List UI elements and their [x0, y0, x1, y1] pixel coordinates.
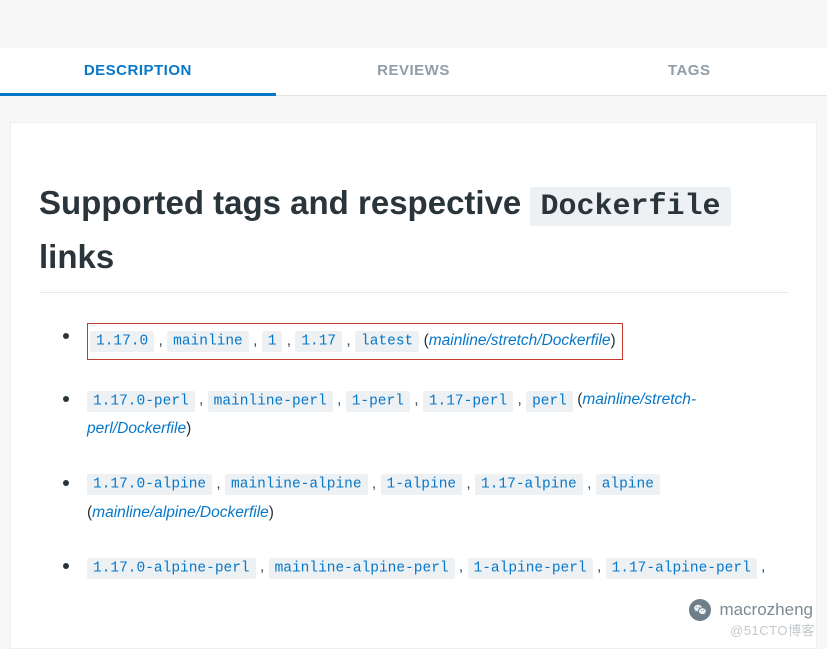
wechat-icon: [689, 599, 711, 621]
watermark-handle: macrozheng: [719, 600, 813, 620]
tab-tags[interactable]: TAGS: [551, 48, 827, 95]
tags-row: 1.17.0-alpine-perl , mainline-alpine-per…: [87, 558, 765, 575]
tag-link[interactable]: 1: [262, 331, 283, 352]
list-item: 1.17.0 , mainline , 1 , 1.17 , latest (m…: [87, 323, 788, 361]
highlighted-tags-row: 1.17.0 , mainline , 1 , 1.17 , latest (m…: [87, 323, 623, 361]
list-item: 1.17.0-alpine-perl , mainline-alpine-per…: [87, 553, 788, 582]
tag-link[interactable]: 1.17.0-perl: [87, 391, 195, 412]
tab-reviews[interactable]: REVIEWS: [276, 48, 552, 95]
tag-link[interactable]: 1-alpine-perl: [468, 558, 593, 579]
tag-link[interactable]: mainline-perl: [208, 391, 333, 412]
tag-link[interactable]: latest: [355, 331, 419, 352]
tag-link[interactable]: 1-alpine: [381, 474, 463, 495]
page-title: Supported tags and respective Dockerfile…: [39, 177, 788, 293]
description-panel: Supported tags and respective Dockerfile…: [10, 122, 817, 649]
tag-link[interactable]: 1.17.0-alpine-perl: [87, 558, 256, 579]
tag-link[interactable]: alpine: [596, 474, 660, 495]
tag-link[interactable]: perl: [526, 391, 573, 412]
title-code: Dockerfile: [530, 187, 730, 226]
tag-link[interactable]: mainline: [167, 331, 249, 352]
list-item: 1.17.0-perl , mainline-perl , 1-perl , 1…: [87, 386, 788, 443]
dockerfile-link[interactable]: mainline/alpine/Dockerfile: [92, 504, 269, 521]
tag-link[interactable]: 1-perl: [346, 391, 410, 412]
tag-link[interactable]: 1.17-perl: [423, 391, 513, 412]
paren-close: ): [611, 332, 616, 349]
tag-link[interactable]: 1.17-alpine-perl: [606, 558, 757, 579]
title-post: links: [39, 238, 114, 275]
tags-row: 1.17.0-alpine , mainline-alpine , 1-alpi…: [87, 475, 660, 521]
tag-link[interactable]: 1.17.0-alpine: [87, 474, 212, 495]
paren-close: ): [186, 420, 191, 437]
tag-link[interactable]: 1.17: [295, 331, 342, 352]
dockerfile-link[interactable]: mainline/stretch/Dockerfile: [429, 332, 611, 349]
paren-close: ): [269, 504, 274, 521]
tab-description[interactable]: DESCRIPTION: [0, 48, 276, 95]
watermark: macrozheng: [689, 599, 813, 621]
tag-link[interactable]: mainline-alpine: [225, 474, 368, 495]
supported-tags-list: 1.17.0 , mainline , 1 , 1.17 , latest (m…: [87, 323, 788, 583]
tab-bar: DESCRIPTION REVIEWS TAGS: [0, 48, 827, 96]
tag-link[interactable]: 1.17-alpine: [475, 474, 583, 495]
tag-link[interactable]: mainline-alpine-perl: [269, 558, 455, 579]
tags-row: 1.17.0-perl , mainline-perl , 1-perl , 1…: [87, 391, 696, 437]
title-pre: Supported tags and respective: [39, 184, 530, 221]
list-item: 1.17.0-alpine , mainline-alpine , 1-alpi…: [87, 470, 788, 527]
tag-link[interactable]: 1.17.0: [90, 331, 154, 352]
watermark-site: @51CTO博客: [730, 620, 815, 639]
